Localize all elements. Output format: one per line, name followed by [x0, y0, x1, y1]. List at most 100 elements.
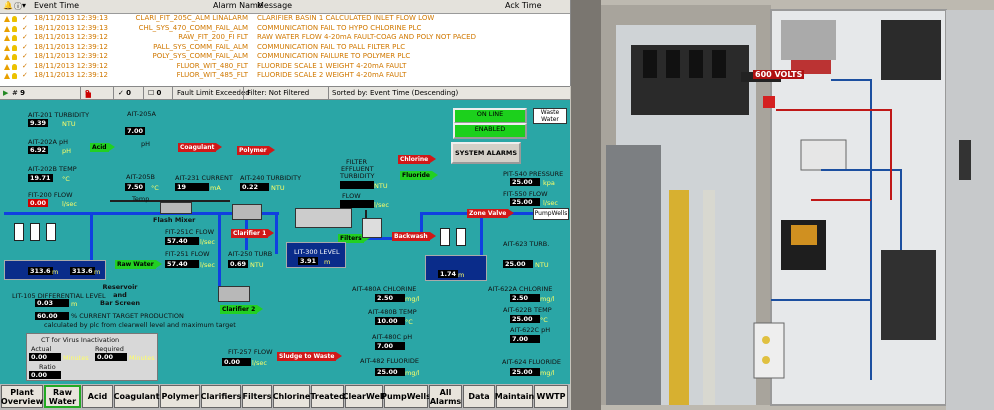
- ait202a-value: 6.92: [28, 146, 49, 154]
- waste-water-link[interactable]: Waste Water: [533, 108, 567, 124]
- alarm-name: RAW_FIT_200_FI FLT: [178, 33, 248, 41]
- reservoir-level-2: 313.6: [70, 267, 95, 275]
- nav-button[interactable]: Raw Water: [44, 385, 81, 408]
- ait201-value: 9.39: [28, 119, 49, 127]
- nav-button[interactable]: Filters: [242, 385, 272, 408]
- fluoride-tag[interactable]: Fluoride: [400, 171, 438, 180]
- nav-button[interactable]: Maintain: [495, 385, 534, 408]
- ait240-label: AIT-240 TURBIDITY: [240, 174, 302, 182]
- pump-icon[interactable]: [46, 223, 56, 241]
- ait623-value: 25.00: [503, 260, 533, 268]
- ait231-label: AIT-231 CURRENT: [175, 174, 233, 182]
- reservoir-label: Reservoir and Bar Screen: [100, 283, 140, 307]
- ait202b-label: AIT-202B TEMP: [28, 165, 77, 173]
- ait622a-value: 2.50: [510, 294, 540, 302]
- nav-button[interactable]: ClearWell: [343, 385, 385, 408]
- alarm-row[interactable]: ✓ 18/11/2013 12:39:12 POLY_SYS_COMM_FAIL_A…: [0, 52, 570, 61]
- reservoir-level-1: 313.6: [28, 267, 53, 275]
- ct-ratio-value: 0.00: [29, 371, 61, 379]
- pump-icon[interactable]: [30, 223, 40, 241]
- zone-valve-tag[interactable]: Zone Valve: [467, 209, 515, 218]
- nav-button[interactable]: Acid: [82, 385, 113, 408]
- ait622c-value: 7.00: [510, 335, 540, 343]
- filter-bank[interactable]: [295, 208, 352, 228]
- alarm-message: CLARIFIER BASIN 1 CALCULATED INLET FLOW …: [257, 14, 435, 22]
- nav-button[interactable]: Clarifiers: [201, 385, 241, 408]
- ait482-value: 25.00: [375, 368, 405, 376]
- ait205b-value: 7.50: [125, 183, 146, 191]
- alarm-status-bar: ▶ # 9 ■ 9 ✓ 0 ☐ 0 Fault Limit Exceeded F…: [0, 86, 570, 100]
- nav-button[interactable]: PumpWells: [381, 385, 431, 408]
- backwash-tag[interactable]: Backwash: [392, 232, 436, 241]
- bell-count: ■ 9: [85, 89, 92, 99]
- sludge-tag[interactable]: Sludge to Waste: [277, 352, 343, 361]
- clarifier-2-tank[interactable]: [218, 286, 250, 302]
- count-badge: # 9: [12, 89, 25, 97]
- pump-icon[interactable]: [14, 223, 24, 241]
- fit550-value: 25.00: [510, 198, 540, 206]
- sort-status: Sorted by: Event Time (Descending): [332, 89, 459, 97]
- nav-button[interactable]: Polymer: [160, 385, 200, 408]
- header-message[interactable]: Message: [257, 1, 292, 10]
- pump[interactable]: [362, 218, 382, 238]
- alarm-time: 18/11/2013 12:39:12: [34, 61, 109, 70]
- chlorine-tag[interactable]: Chlorine: [398, 155, 437, 164]
- ct-virus-panel: CT for Virus Inactivation Actual Require…: [26, 333, 158, 381]
- fit251-value: 57.40: [165, 260, 199, 268]
- filter-status: Filter: Not Filtered: [247, 89, 310, 97]
- lit300-value: 3.91: [298, 257, 319, 265]
- clarifier-1-tank[interactable]: [232, 204, 262, 220]
- ait202a-label: AIT-202A pH: [28, 138, 69, 146]
- voltage-sign: 600 VOLTS: [753, 70, 805, 79]
- online-indicator[interactable]: ON LINE: [453, 108, 527, 124]
- pump-wells-link[interactable]: PumpWells: [533, 208, 569, 220]
- alarm-message: COMMUNICATION FAIL TO HYPO CHLORINE PLC: [257, 23, 422, 32]
- nav-button[interactable]: Chlorine: [273, 385, 310, 408]
- coagulant-tag[interactable]: Coagulant: [178, 143, 223, 152]
- check-icon: ✓: [22, 52, 28, 60]
- count-zero-2: ☐ 0: [148, 89, 162, 97]
- alarm-row[interactable]: ✓ 18/11/2013 12:39:12 FLUOR_WIT_485_FLT FLU…: [0, 71, 570, 80]
- alarm-time: 18/11/2013 12:39:12: [34, 42, 109, 51]
- alarm-bell-icon: [12, 71, 17, 82]
- alarm-name: CHL_SYS_470_COMM_FAIL_ALM: [138, 23, 248, 32]
- nav-button[interactable]: Treated: [310, 385, 345, 408]
- acid-tag[interactable]: Acid: [90, 143, 114, 152]
- alarm-name: CLARI_FIT_205C_ALM LINALARM: [135, 14, 248, 22]
- arrow-icon[interactable]: ▶: [3, 89, 8, 97]
- polymer-tag[interactable]: Polymer: [237, 146, 275, 155]
- alarm-name: POLY_SYS_COMM_FAIL_ALM: [152, 52, 248, 60]
- clarifier-2-tag[interactable]: Clarifier 2: [220, 305, 264, 314]
- nav-button[interactable]: WWTP: [534, 385, 568, 408]
- raw-water-tag[interactable]: Raw Water: [115, 260, 162, 269]
- navigation-bar: Plant Overview Raw Water Acid Coagulant Poly…: [0, 384, 570, 410]
- nav-button[interactable]: Plant Overview: [1, 385, 43, 408]
- enabled-indicator[interactable]: ENABLED: [453, 123, 527, 139]
- control-panel-photo: 600 VOLTS: [571, 0, 994, 410]
- alarm-row[interactable]: ✓ 18/11/2013 12:39:12 PALL_SYS_COMM_FAIL_A…: [0, 43, 570, 52]
- warning-icon: [4, 71, 10, 82]
- alarm-message: RAW WATER FLOW 4-20mA FAULT-COAG AND POL…: [257, 33, 476, 41]
- flash-mixer[interactable]: [160, 202, 192, 214]
- raw-water-process-screen: AIT-201 TURBIDITY 9.39 NTU AIT-202A pH 6…: [0, 100, 570, 384]
- alarm-time: 18/11/2013 12:39:12: [34, 33, 109, 41]
- alarm-row[interactable]: ✓ 18/11/2013 12:39:12 FLUOR_WIT_480_FLT FLU…: [0, 62, 570, 71]
- header-ack[interactable]: Ack Time: [505, 1, 541, 10]
- nav-button[interactable]: Data: [463, 385, 495, 408]
- lit105-value: 0.03: [35, 299, 69, 307]
- alarm-row[interactable]: ✓ 18/11/2013 12:39:13 CHL_SYS_470_COMM_FAI…: [0, 24, 570, 33]
- alarm-name: PALL_SYS_COMM_FAIL_ALM: [153, 42, 248, 51]
- clarifier-1-tag[interactable]: Clarifier 1: [231, 229, 275, 238]
- alarm-time: 18/11/2013 12:39:13: [34, 14, 109, 22]
- nav-button[interactable]: Coagulant: [114, 385, 159, 408]
- alarm-row[interactable]: ✓ 18/11/2013 12:39:13 CLARI_FIT_205C_ALM L…: [0, 14, 570, 23]
- header-time[interactable]: Event Time: [34, 1, 79, 10]
- fault-limit-text: Fault Limit Exceeded: [177, 89, 250, 97]
- nav-button[interactable]: All Alarms: [429, 385, 462, 408]
- header-name[interactable]: Alarm Name: [213, 1, 263, 10]
- alarm-row[interactable]: ✓ 18/11/2013 12:39:12 RAW_FIT_200_FI FLT RA…: [0, 33, 570, 42]
- target-value: 60.00: [35, 312, 69, 320]
- pump-icon[interactable]: [440, 228, 450, 246]
- system-alarms-button[interactable]: SYSTEM ALARMS: [451, 142, 521, 164]
- pump-icon[interactable]: [456, 228, 466, 246]
